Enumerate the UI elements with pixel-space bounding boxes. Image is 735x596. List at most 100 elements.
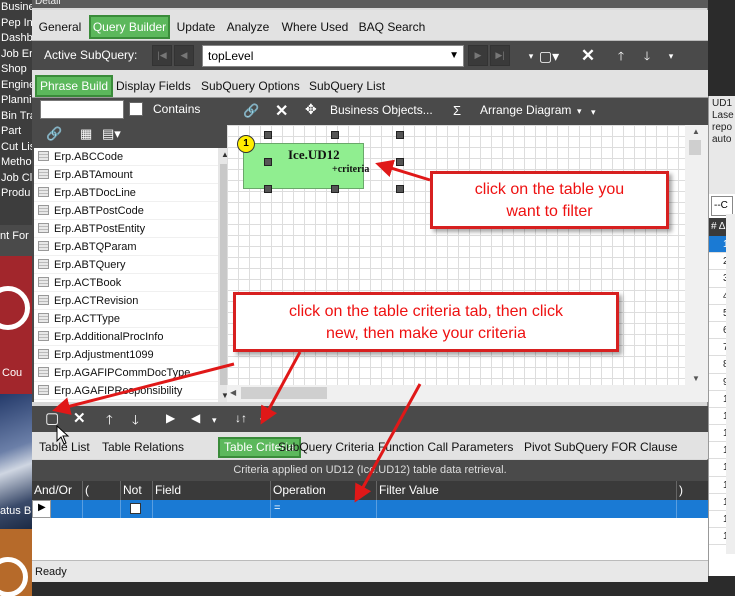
delete-icon[interactable]: ✕ [577,45,599,67]
last-icon[interactable]: ▶| [490,45,510,66]
list-item[interactable]: Erp.ABTQParam [34,238,218,256]
tab-table-relations[interactable]: Table Relations [102,437,184,458]
column-close-paren[interactable]: ) [677,481,708,500]
cell-operation[interactable] [271,500,377,518]
tab-display-fields[interactable]: Display Fields [116,75,191,97]
column-open-paren[interactable]: ( [83,481,121,500]
dropdown-chevron-icon[interactable]: ▾ [212,415,217,426]
resize-handle[interactable] [331,131,339,139]
tab-baq-search[interactable]: BAQ Search [358,15,426,39]
tab-general[interactable]: General [34,15,86,39]
resize-handle[interactable] [264,185,272,193]
list-item[interactable]: Erp.ABTQuery [34,256,218,274]
resize-handle[interactable] [264,158,272,166]
list-item[interactable]: Erp.AGAFIPCommDocType [34,364,218,382]
business-objects-button[interactable]: Business Objects... [330,103,433,117]
move-down-icon[interactable]: 🡓 [636,45,658,67]
link-icon[interactable]: 🔗 [243,103,259,119]
move-right-icon[interactable]: ▶ [166,411,175,425]
chevron-down-icon[interactable]: ▾ [577,106,582,117]
resize-handle[interactable] [264,131,272,139]
column-operation[interactable]: Operation [271,481,377,500]
column-filter-value[interactable]: Filter Value [377,481,677,500]
table-icon [38,223,49,233]
list-item[interactable]: Erp.ABTDocLine [34,184,218,202]
not-checkbox[interactable] [130,503,141,514]
list-item[interactable]: Erp.ABTPostCode [34,202,218,220]
previous-icon[interactable]: ◀ [174,45,194,66]
tab-update[interactable]: Update [174,15,218,39]
new-document-icon[interactable]: ▢▾ [538,45,560,67]
sort-icon[interactable]: ↓↑ [235,411,247,425]
calculator-icon[interactable]: ▦ [80,126,92,142]
list-item[interactable]: Erp.ACTBook [34,274,218,292]
delete-icon[interactable]: ✕ [275,101,288,121]
resize-handle[interactable] [396,158,404,166]
cell-field[interactable] [153,500,271,518]
list-item[interactable]: Erp.ABTAmount [34,166,218,184]
link-icon[interactable]: 🔗 [46,126,62,142]
table-options-icon[interactable]: ▤▾ [102,126,121,142]
table-node-ud12[interactable]: Ice.UD12 +criteria [243,143,369,189]
delete-icon[interactable]: ✕ [73,409,86,427]
diagram-vertical-scrollbar[interactable]: ▲ ▼ [685,125,708,385]
list-item[interactable]: Erp.Adjustment1099 [34,346,218,364]
tab-pivot-subquery[interactable]: Pivot SubQuery FOR Clause [524,437,677,458]
scrollbar-thumb[interactable] [241,387,327,399]
background-menu-item: Shop [1,63,27,75]
tab-subquery-list[interactable]: SubQuery List [309,75,385,97]
cell-open-paren[interactable] [83,500,121,518]
cell-and-or[interactable] [51,500,83,518]
first-icon[interactable]: |◀ [152,45,172,66]
tab-subquery-criteria[interactable]: SubQuery Criteria [278,437,374,458]
status-text: Ready [35,566,67,578]
callout-table-criteria: click on the table criteria tab, then cl… [233,292,619,352]
scrollbar-thumb[interactable] [689,140,701,155]
arrange-diagram-button[interactable]: Arrange Diagram [480,103,571,117]
tab-query-builder[interactable]: Query Builder [89,15,170,39]
move-up-icon[interactable]: 🡑 [610,45,632,67]
subquery-select[interactable]: topLevel ▼ [202,45,464,67]
right-panel-scrollbar[interactable] [726,214,735,554]
table-icon [38,367,49,377]
tab-analyze[interactable]: Analyze [224,15,272,39]
scroll-up-icon[interactable]: ▲ [692,127,700,136]
row-selector[interactable]: ▶ [32,500,51,518]
dropdown-chevron-icon[interactable]: ▾ [660,45,682,67]
resize-handle[interactable] [396,131,404,139]
next-icon[interactable]: ▶ [468,45,488,66]
column-not[interactable]: Not [121,481,153,500]
resize-handle[interactable] [331,185,339,193]
background-menu-item: Job En [1,47,32,60]
criteria-row[interactable]: ▶ = [32,500,708,518]
column-field[interactable]: Field [153,481,271,500]
scroll-down-icon[interactable]: ▼ [692,374,700,383]
list-item[interactable]: Erp.AGAFIPResponsibility [34,382,218,400]
table-search-input[interactable] [40,100,124,119]
sigma-icon[interactable]: Σ [453,103,461,118]
list-item[interactable]: Erp.ACTRevision [34,292,218,310]
move-down-icon[interactable]: 🡓 [132,411,139,433]
column-and-or[interactable]: And/Or [32,481,83,500]
table-icon [38,151,49,161]
list-item[interactable]: Erp.ABTPostEntity [34,220,218,238]
move-left-icon[interactable]: ◀ [191,411,200,425]
resize-handle[interactable] [396,185,404,193]
list-item[interactable]: Erp.AdditionalProcInfo [34,328,218,346]
move-up-icon[interactable]: 🡑 [106,411,113,433]
tab-function-call-parameters[interactable]: Function Call Parameters [378,437,513,458]
scroll-left-icon[interactable]: ◀ [230,388,236,397]
right-panel-filter[interactable]: --C [711,196,733,216]
dropdown-chevron-icon[interactable]: ▾ [591,107,596,118]
tab-where-used[interactable]: Where Used [280,15,350,39]
list-item[interactable]: Erp.ACTType [34,310,218,328]
background-label: Cou [2,367,23,379]
tab-phrase-build[interactable]: Phrase Build [35,75,114,97]
dropdown-chevron-icon[interactable]: ▾ [260,415,265,426]
cell-filter-value[interactable] [377,500,677,518]
tab-subquery-options[interactable]: SubQuery Options [201,75,300,97]
business-objects-icon[interactable]: ✥ [305,101,317,118]
diagram-horizontal-scrollbar[interactable]: ◀ [227,385,708,402]
list-item[interactable]: Erp.ABCCode [34,148,218,166]
contains-checkbox[interactable] [129,102,143,116]
